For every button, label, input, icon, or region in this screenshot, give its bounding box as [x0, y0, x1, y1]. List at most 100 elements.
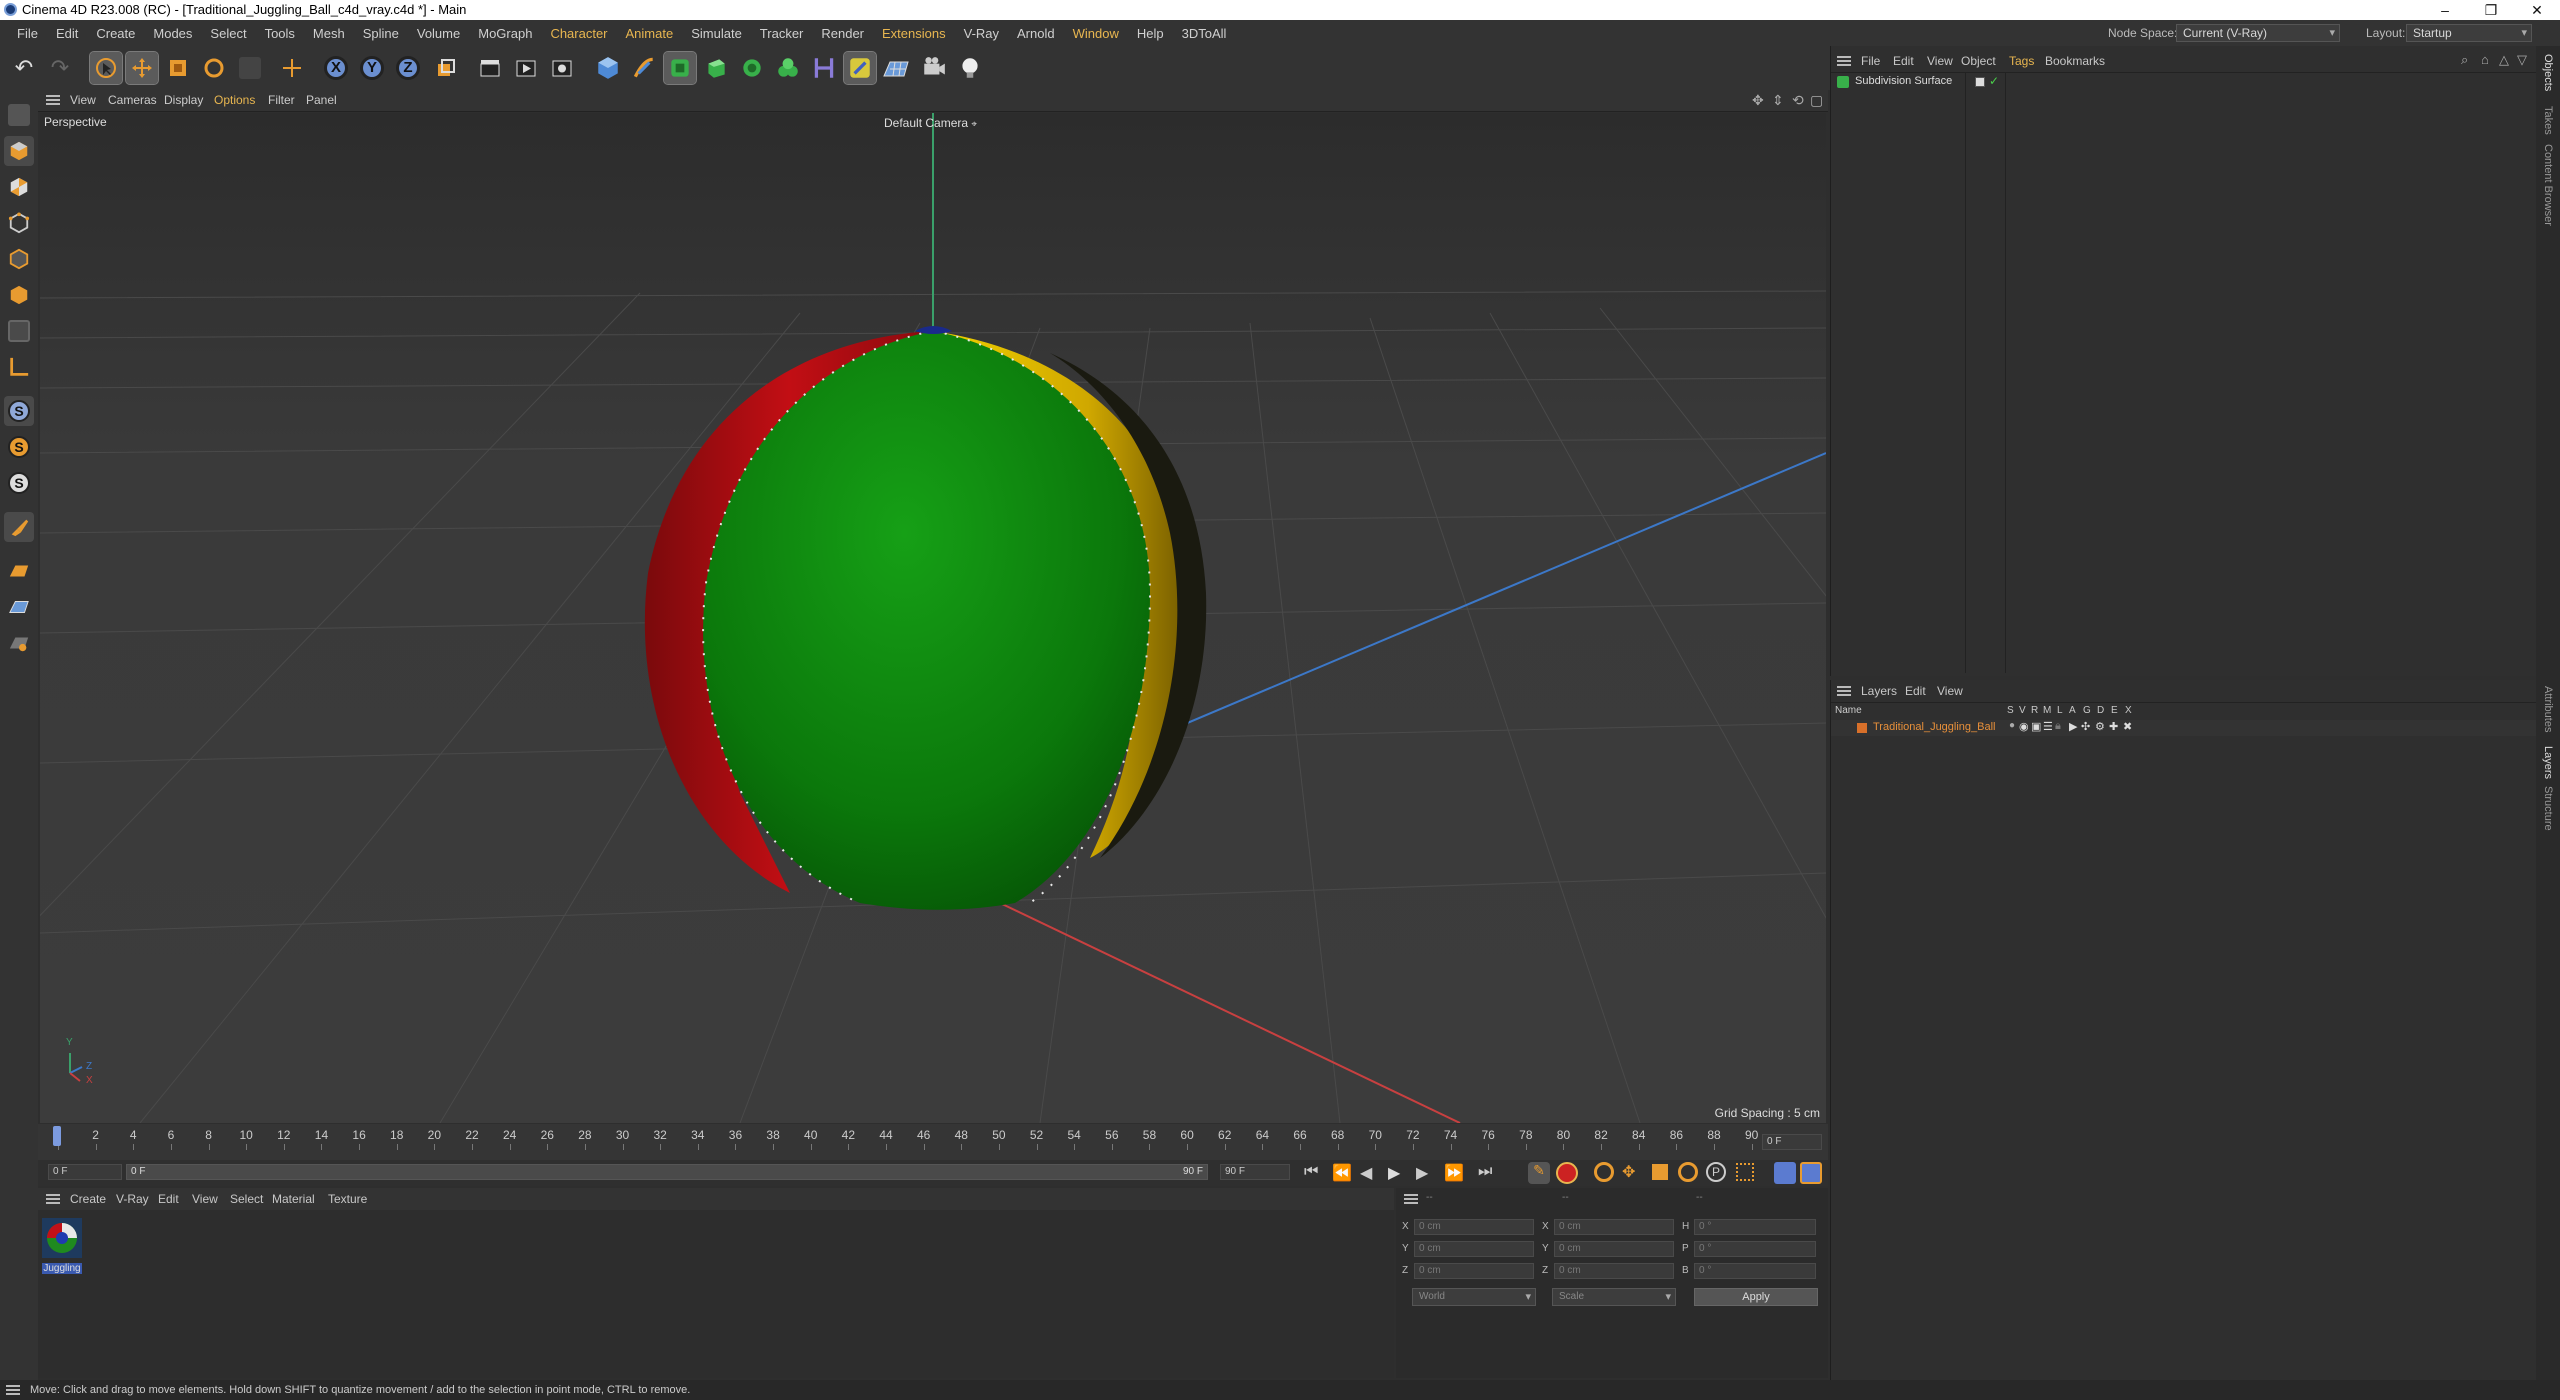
- camera-button[interactable]: [918, 52, 950, 84]
- layer-expressions-icon[interactable]: ✚: [2109, 720, 2118, 733]
- previous-key-button[interactable]: ⏪: [1332, 1163, 1352, 1183]
- layer-menu-layers[interactable]: Layers: [1861, 684, 1897, 698]
- playhead[interactable]: [53, 1126, 61, 1146]
- cloner-button[interactable]: [736, 52, 768, 84]
- size-mode-dropdown[interactable]: Scale: [1552, 1288, 1676, 1306]
- layer-col-d[interactable]: D: [2097, 705, 2104, 716]
- viewport-menu-display[interactable]: Display: [164, 93, 203, 107]
- menu-mesh[interactable]: Mesh: [304, 26, 354, 41]
- render-region-button[interactable]: [474, 52, 506, 84]
- obj-search-icon[interactable]: ⌕: [2461, 52, 2468, 68]
- object-row[interactable]: Subdivision Surface ✓: [1835, 74, 2535, 91]
- material-menu-view[interactable]: View: [192, 1192, 218, 1206]
- coord-system-dropdown[interactable]: World: [1412, 1288, 1536, 1306]
- objects-hamburger-icon[interactable]: [1837, 56, 1851, 66]
- end-frame-field[interactable]: 90 F: [1220, 1164, 1290, 1180]
- material-menu-create[interactable]: Create: [70, 1192, 106, 1206]
- menu-extensions[interactable]: Extensions: [873, 26, 955, 41]
- material-menu-select[interactable]: Select: [230, 1192, 263, 1206]
- layer-menu-edit[interactable]: Edit: [1905, 684, 1926, 698]
- play-button[interactable]: ▶: [1388, 1163, 1400, 1183]
- apply-button[interactable]: Apply: [1694, 1288, 1818, 1306]
- menu-edit[interactable]: Edit: [47, 26, 87, 41]
- pen-spline-button[interactable]: [628, 52, 660, 84]
- workplane-button[interactable]: [4, 352, 34, 382]
- viewport-move-icon[interactable]: ✥: [1752, 92, 1764, 109]
- layer-deformers-icon[interactable]: ⚙: [2095, 720, 2105, 733]
- node-space-dropdown[interactable]: Current (V-Ray): [2176, 24, 2340, 42]
- obj-menu-tags[interactable]: Tags: [2009, 54, 2034, 68]
- menu-simulate[interactable]: Simulate: [682, 26, 751, 41]
- layout-dropdown[interactable]: Startup: [2406, 24, 2532, 42]
- key-position-icon[interactable]: [1594, 1162, 1614, 1182]
- menu-character[interactable]: Character: [541, 26, 616, 41]
- obj-filter-icon[interactable]: ▽: [2517, 52, 2527, 68]
- polygon-mode-button[interactable]: [4, 280, 34, 310]
- snap-button[interactable]: S: [4, 396, 34, 426]
- render-settings-button[interactable]: [546, 52, 578, 84]
- restore-button[interactable]: ❐: [2468, 0, 2514, 20]
- tab-content-browser[interactable]: Content Browser: [2542, 144, 2554, 226]
- material-menu-material[interactable]: Material: [272, 1192, 315, 1206]
- tab-structure[interactable]: Structure: [2542, 786, 2554, 831]
- next-key-button[interactable]: ⏩: [1444, 1163, 1464, 1183]
- menu-animate[interactable]: Animate: [617, 26, 683, 41]
- redo-button[interactable]: ↷: [44, 52, 76, 84]
- menu-render[interactable]: Render: [812, 26, 873, 41]
- recent-tool-button[interactable]: [234, 52, 266, 84]
- menu-mograph[interactable]: MoGraph: [469, 26, 541, 41]
- layers-hamburger-icon[interactable]: [1837, 686, 1851, 696]
- rot-p-field[interactable]: 0 °: [1694, 1241, 1816, 1257]
- menu-help[interactable]: Help: [1128, 26, 1173, 41]
- menu-vray[interactable]: V-Ray: [955, 26, 1008, 41]
- layer-animation-icon[interactable]: ▶: [2069, 720, 2077, 733]
- menu-tools[interactable]: Tools: [256, 26, 304, 41]
- live-selection-button[interactable]: [89, 51, 123, 85]
- viewport-hamburger-icon[interactable]: [46, 95, 60, 105]
- menu-select[interactable]: Select: [201, 26, 255, 41]
- layer-col-s[interactable]: S: [2007, 705, 2014, 716]
- material-menu-texture[interactable]: Texture: [328, 1192, 367, 1206]
- quantize-button[interactable]: S: [4, 468, 34, 498]
- layer-visible-eye-icon[interactable]: ◉: [2019, 720, 2029, 733]
- 3d-viewport[interactable]: Y Z X Perspective Default Camera ⌖ Grid …: [40, 113, 1826, 1123]
- mograph-button[interactable]: [772, 52, 804, 84]
- obj-up-icon[interactable]: △: [2499, 52, 2509, 68]
- floor-grid-toggle[interactable]: [4, 556, 34, 586]
- model-mode-button[interactable]: [4, 136, 34, 166]
- record-key-button[interactable]: ✎: [1528, 1162, 1550, 1184]
- layer-col-x[interactable]: X: [2125, 705, 2132, 716]
- floor-environment-button[interactable]: [880, 52, 912, 84]
- key-rotate-icon[interactable]: [1678, 1162, 1698, 1182]
- menu-modes[interactable]: Modes: [144, 26, 201, 41]
- layer-col-v[interactable]: V: [2019, 705, 2026, 716]
- z-axis-lock-button[interactable]: Z: [392, 52, 424, 84]
- layer-col-l[interactable]: L: [2057, 705, 2063, 716]
- y-axis-lock-button[interactable]: Y: [356, 52, 388, 84]
- snap-settings-button[interactable]: S: [4, 432, 34, 462]
- viewport-pan-icon[interactable]: ⇕: [1772, 92, 1784, 109]
- layer-color-swatch[interactable]: [1975, 77, 1985, 87]
- key-scale-icon[interactable]: [1652, 1164, 1668, 1180]
- layer-lock-icon[interactable]: 🔒︎: [2055, 720, 2061, 733]
- extrude-generator-button[interactable]: [700, 52, 732, 84]
- obj-menu-object[interactable]: Object: [1961, 54, 1996, 68]
- menu-window[interactable]: Window: [1064, 26, 1128, 41]
- minimize-button[interactable]: –: [2422, 0, 2468, 20]
- rot-h-field[interactable]: 0 °: [1694, 1219, 1816, 1235]
- layer-col-g[interactable]: G: [2083, 705, 2091, 716]
- coords-hamburger-icon[interactable]: [1404, 1194, 1418, 1204]
- rotate-tool-button[interactable]: [198, 52, 230, 84]
- layer-render-icon[interactable]: ▣: [2031, 720, 2041, 733]
- field-button[interactable]: [843, 51, 877, 85]
- close-button[interactable]: ✕: [2514, 0, 2560, 20]
- world-axis-button[interactable]: [276, 52, 308, 84]
- rot-b-field[interactable]: 0 °: [1694, 1263, 1816, 1279]
- current-frame-field[interactable]: 0 F: [1762, 1134, 1822, 1150]
- obj-menu-edit[interactable]: Edit: [1893, 54, 1914, 68]
- next-frame-button[interactable]: ▶: [1416, 1163, 1428, 1183]
- layer-xref-icon[interactable]: ✖: [2123, 720, 2132, 733]
- viewport-menu-panel[interactable]: Panel: [306, 93, 337, 107]
- layer-col-a[interactable]: A: [2069, 705, 2076, 716]
- edge-mode-button[interactable]: [4, 244, 34, 274]
